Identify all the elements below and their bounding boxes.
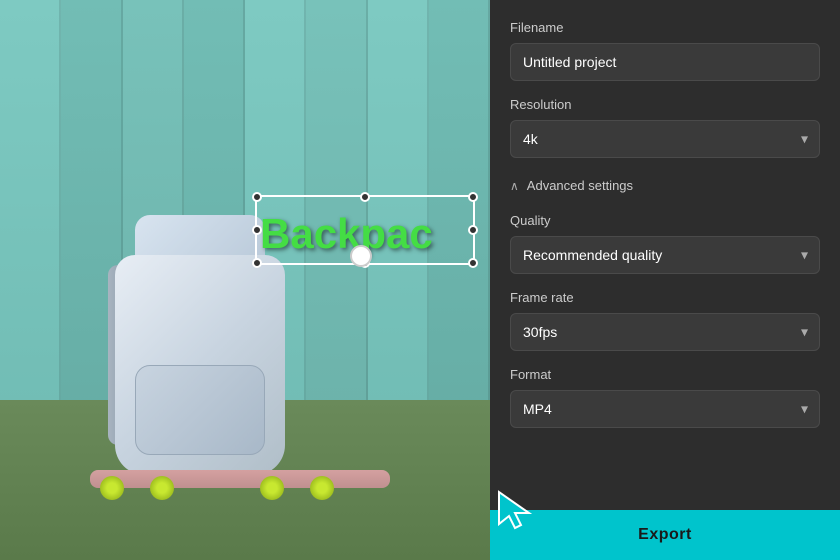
framerate-select[interactable]: 24fps 25fps 30fps 60fps: [510, 313, 820, 351]
wheel: [260, 476, 284, 500]
export-panel: Filename Resolution 720p 1080p 4k 8k ▾ ∧…: [490, 0, 840, 560]
handle-bottom-right[interactable]: [468, 258, 478, 268]
format-label: Format: [510, 367, 820, 382]
quality-label: Quality: [510, 213, 820, 228]
handle-top-right[interactable]: [468, 192, 478, 202]
wheel: [100, 476, 124, 500]
skateboard: [80, 470, 400, 500]
handle-middle-right[interactable]: [468, 225, 478, 235]
handle-top-left[interactable]: [252, 192, 262, 202]
export-button[interactable]: Export: [490, 510, 840, 560]
quality-select-wrapper: Low quality Recommended quality High qua…: [510, 236, 820, 274]
handle-middle-left[interactable]: [252, 225, 262, 235]
preview-background: Backpac: [0, 0, 490, 560]
backpack-pocket: [135, 365, 265, 455]
preview-area: Backpac: [0, 0, 490, 560]
handle-bottom-left[interactable]: [252, 258, 262, 268]
filename-label: Filename: [510, 20, 820, 35]
resolution-select[interactable]: 720p 1080p 4k 8k: [510, 120, 820, 158]
format-select[interactable]: MP4 MOV GIF WebM: [510, 390, 820, 428]
chevron-up-icon: ∧: [510, 179, 519, 193]
quality-select[interactable]: Low quality Recommended quality High qua…: [510, 236, 820, 274]
advanced-settings-toggle[interactable]: ∧ Advanced settings: [510, 174, 820, 197]
handle-top-middle[interactable]: [360, 192, 370, 202]
resolution-select-wrapper: 720p 1080p 4k 8k ▾: [510, 120, 820, 158]
wheel: [310, 476, 334, 500]
resolution-label: Resolution: [510, 97, 820, 112]
wheel: [150, 476, 174, 500]
advanced-settings-label: Advanced settings: [527, 178, 633, 193]
format-select-wrapper: MP4 MOV GIF WebM ▾: [510, 390, 820, 428]
framerate-select-wrapper: 24fps 25fps 30fps 60fps ▾: [510, 313, 820, 351]
board-deck: [90, 470, 390, 488]
filename-input[interactable]: [510, 43, 820, 81]
center-transform-handle[interactable]: [350, 245, 372, 267]
framerate-label: Frame rate: [510, 290, 820, 305]
